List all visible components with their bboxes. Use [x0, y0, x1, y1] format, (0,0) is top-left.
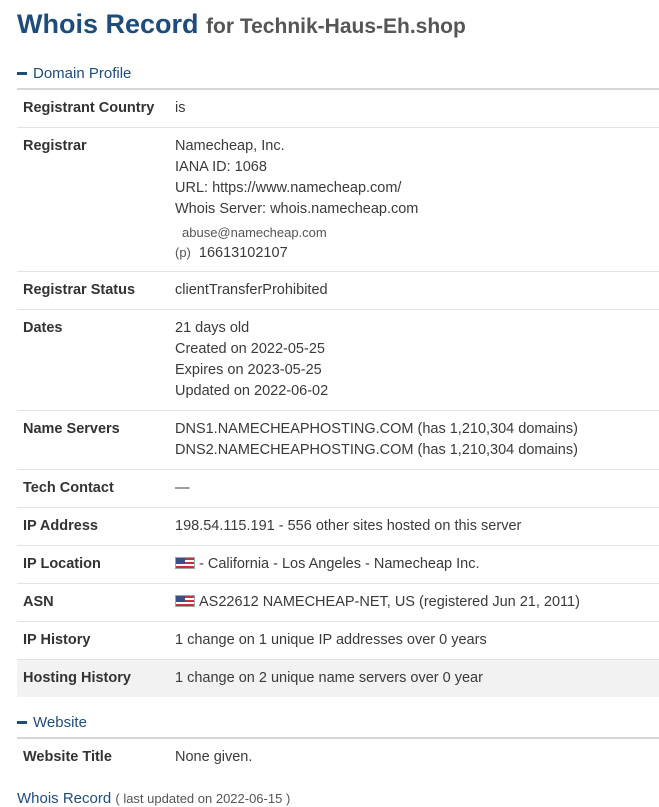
us-flag-icon: [175, 595, 195, 607]
whois-record-link[interactable]: Whois Record: [17, 790, 111, 807]
value-registrar-status: clientTransferProhibited: [175, 271, 659, 310]
label-name-servers: Name Servers: [17, 410, 175, 470]
website-toggle[interactable]: Website: [17, 707, 659, 739]
registrar-phone: 16613102107: [198, 245, 288, 261]
registrar-name: Namecheap, Inc.: [175, 138, 285, 154]
row-registrar: Registrar Namecheap, Inc. IANA ID: 1068 …: [17, 127, 659, 272]
row-registrar-status: Registrar Status clientTransferProhibite…: [17, 271, 659, 310]
registrar-url: URL: https://www.namecheap.com/: [175, 180, 402, 196]
value-tech-contact: —: [175, 469, 659, 508]
label-registrar-status: Registrar Status: [17, 271, 175, 310]
value-dates: 21 days old Created on 2022-05-25 Expire…: [175, 309, 659, 411]
row-hosting-history: Hosting History 1 change on 2 unique nam…: [17, 659, 659, 697]
value-ip-location: - California - Los Angeles - Namecheap I…: [199, 556, 480, 572]
name-server-2[interactable]: DNS2.NAMECHEAPHOSTING.COM (has 1,210,304…: [175, 440, 659, 461]
registrar-phone-line: (p) 16613102107: [175, 243, 659, 263]
registrar-whois-server: Whois Server: whois.namecheap.com: [175, 201, 419, 217]
value-ip-address[interactable]: 198.54.115.191 - 556 other sites hosted …: [175, 507, 659, 546]
label-registrar: Registrar: [17, 127, 175, 272]
label-ip-location: IP Location: [17, 545, 175, 584]
page-title-domain: for Technik-Haus-Eh.shop: [206, 15, 466, 38]
value-registrant-country: is: [175, 90, 659, 128]
label-website-title: Website Title: [23, 749, 112, 765]
value-asn: AS22612 NAMECHEAP-NET, US (registered Ju…: [199, 594, 580, 610]
collapse-icon: [17, 72, 27, 75]
value-ip-history[interactable]: 1 change on 1 unique IP addresses over 0…: [175, 621, 659, 660]
value-website-title: None given.: [175, 749, 253, 765]
value-asn-cell: AS22612 NAMECHEAP-NET, US (registered Ju…: [175, 583, 659, 622]
name-server-1[interactable]: DNS1.NAMECHEAPHOSTING.COM (has 1,210,304…: [175, 419, 659, 440]
whois-page: Whois Record for Technik-Haus-Eh.shop Do…: [0, 0, 659, 807]
dates-expires: Expires on 2023-05-25: [175, 362, 322, 378]
label-asn: ASN: [17, 583, 175, 622]
value-hosting-history[interactable]: 1 change on 2 unique name servers over 0…: [175, 659, 659, 697]
footer: Whois Record ( last updated on 2022-06-1…: [17, 790, 659, 807]
label-dates: Dates: [17, 309, 175, 411]
registrar-iana: IANA ID: 1068: [175, 159, 267, 175]
label-ip-address: IP Address: [17, 507, 175, 546]
dates-created: Created on 2022-05-25: [175, 341, 325, 357]
row-ip-location: IP Location - California - Los Angeles -…: [17, 545, 659, 584]
page-title-main: Whois Record: [17, 9, 199, 39]
label-ip-history: IP History: [17, 621, 175, 660]
domain-profile-toggle[interactable]: Domain Profile: [17, 58, 659, 90]
row-name-servers: Name Servers DNS1.NAMECHEAPHOSTING.COM (…: [17, 410, 659, 470]
page-title: Whois Record for Technik-Haus-Eh.shop: [17, 0, 659, 43]
dates-age: 21 days old: [175, 320, 250, 336]
row-asn: ASN AS22612 NAMECHEAP-NET, US (registere…: [17, 583, 659, 622]
value-ip-location-cell: - California - Los Angeles - Namecheap I…: [175, 545, 659, 584]
domain-profile-heading: Domain Profile: [33, 64, 132, 82]
value-name-servers: DNS1.NAMECHEAPHOSTING.COM (has 1,210,304…: [175, 410, 659, 470]
row-dates: Dates 21 days old Created on 2022-05-25 …: [17, 309, 659, 411]
last-updated: ( last updated on 2022-06-15 ): [115, 791, 291, 806]
website-heading: Website: [33, 713, 87, 731]
phone-prefix: (p): [175, 245, 191, 260]
row-registrant-country: Registrant Country is: [17, 90, 659, 128]
row-website-title: Website Title None given.: [17, 739, 659, 776]
collapse-icon: [17, 721, 27, 724]
domain-profile-table: Registrant Country is Registrar Namechea…: [17, 90, 659, 697]
label-tech-contact: Tech Contact: [17, 469, 175, 508]
website-table: Website Title None given.: [17, 739, 659, 776]
row-ip-history: IP History 1 change on 1 unique IP addre…: [17, 621, 659, 660]
registrar-abuse-email: abuse@namecheap.com: [182, 225, 327, 240]
label-hosting-history: Hosting History: [17, 659, 175, 697]
value-registrar: Namecheap, Inc. IANA ID: 1068 URL: https…: [175, 127, 659, 272]
dates-updated: Updated on 2022-06-02: [175, 383, 329, 399]
row-ip-address: IP Address 198.54.115.191 - 556 other si…: [17, 507, 659, 546]
us-flag-icon: [175, 557, 195, 569]
label-registrant-country: Registrant Country: [17, 90, 175, 128]
row-tech-contact: Tech Contact —: [17, 469, 659, 508]
